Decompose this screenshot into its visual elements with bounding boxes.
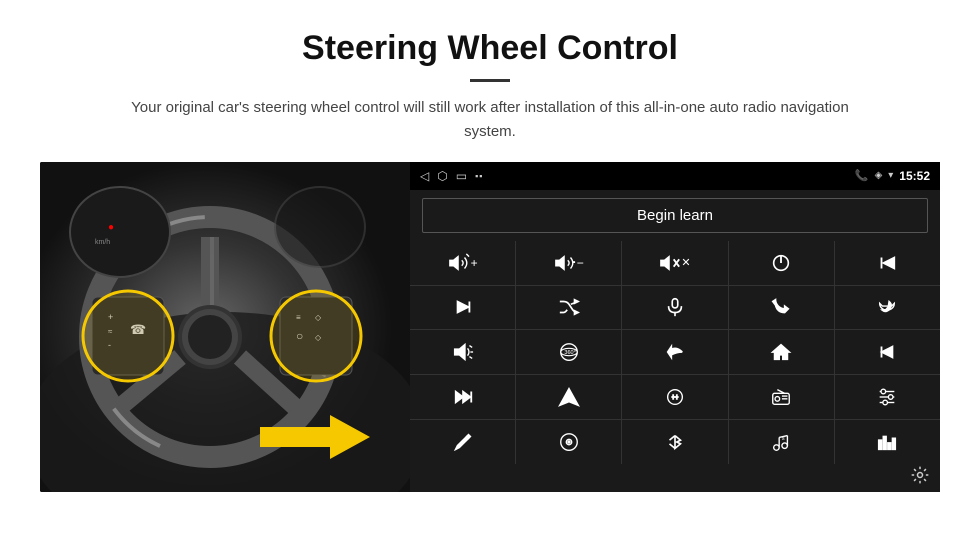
begin-learn-button[interactable]: Begin learn [422,198,928,233]
disc-button[interactable] [516,420,621,464]
page-container: Steering Wheel Control Your original car… [0,0,980,512]
eq-button[interactable] [622,375,727,419]
phone-answer-button[interactable] [729,286,834,330]
steering-wheel-image: + ≈ - ☎ ≡ ◇ ○ ◇ [40,162,410,492]
title-divider [470,79,510,82]
status-bar: ◁ ⬡ ▭ ▪▪ 📞 ◈ ▾ 15:52 [410,162,940,190]
equalizer-button[interactable] [835,420,940,464]
time-display: 15:52 [899,169,930,183]
vol-down-button[interactable]: − [516,241,621,285]
next-track-button[interactable] [410,286,515,330]
svg-text:s: s [782,436,785,442]
back-button[interactable] [622,330,727,374]
vol-mute-button[interactable]: ✕ [622,241,727,285]
skip-back-button[interactable] [835,330,940,374]
android-panel: ◁ ⬡ ▭ ▪▪ 📞 ◈ ▾ 15:52 Begin learn [410,162,940,492]
steering-bg: + ≈ - ☎ ≡ ◇ ○ ◇ [40,162,410,492]
status-left: ◁ ⬡ ▭ ▪▪ [420,169,483,183]
vol-up-button[interactable]: + [410,241,515,285]
icon-grid: + − ✕ [410,241,940,464]
home-button[interactable] [729,330,834,374]
subtitle: Your original car's steering wheel contr… [110,96,870,144]
settings-sliders-button[interactable] [835,375,940,419]
steering-wheel-svg: + ≈ - ☎ ≡ ◇ ○ ◇ [40,162,410,492]
nav-button[interactable] [516,375,621,419]
fast-forward-button[interactable] [410,375,515,419]
phone-status-icon: 📞 [855,169,869,182]
mic-button[interactable] [622,286,727,330]
content-area: + ≈ - ☎ ≡ ◇ ○ ◇ [40,162,940,492]
signal-icon: ▪▪ [475,171,483,181]
begin-learn-row: Begin learn [410,190,940,241]
radio-button[interactable] [729,375,834,419]
page-title: Steering Wheel Control [40,28,940,69]
settings-gear-icon[interactable] [910,465,930,490]
home-nav-icon[interactable]: ⬡ [437,169,447,183]
title-section: Steering Wheel Control Your original car… [40,28,940,144]
wifi-status-icon: ▾ [888,170,893,181]
svg-text:●: ● [108,222,114,233]
recents-nav-icon[interactable]: ▭ [456,169,467,183]
prev-track-button[interactable] [835,241,940,285]
phone-hangup-button[interactable] [835,286,940,330]
back-nav-icon[interactable]: ◁ [420,169,429,183]
svg-text:360°: 360° [564,350,575,356]
settings-row [410,464,940,492]
location-status-icon: ◈ [875,170,883,181]
bluetooth-button[interactable] [622,420,727,464]
music-button[interactable]: s [729,420,834,464]
edit-button[interactable] [410,420,515,464]
horn-button[interactable] [410,330,515,374]
360-view-button[interactable]: 360° [516,330,621,374]
power-button[interactable] [729,241,834,285]
status-right: 📞 ◈ ▾ 15:52 [855,169,930,183]
svg-text:km/h: km/h [95,239,110,246]
shuffle-button[interactable] [516,286,621,330]
